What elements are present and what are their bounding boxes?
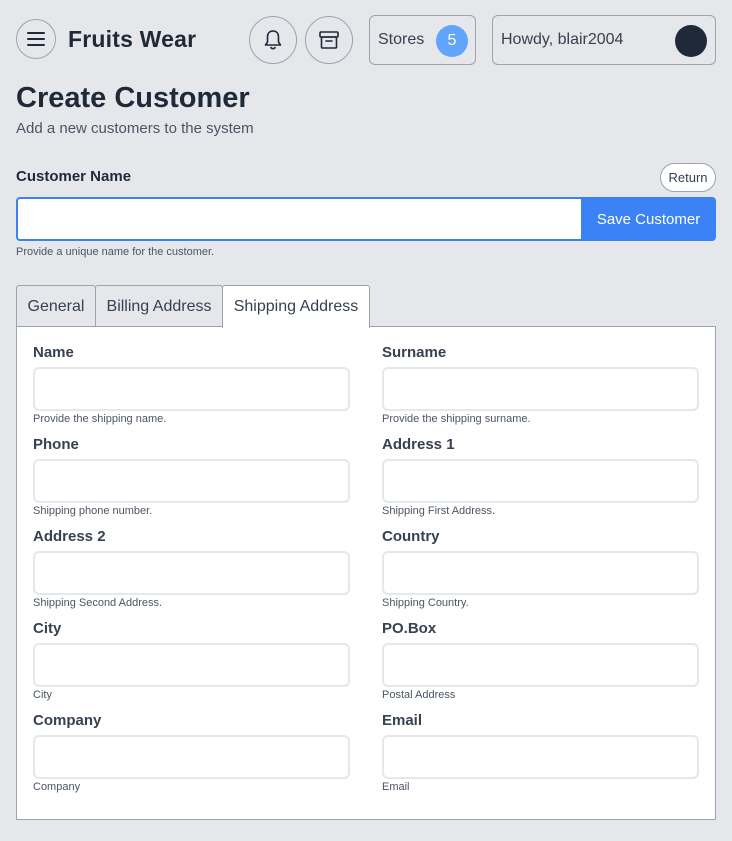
user-menu-button[interactable]: Howdy, blair2004 [492,15,716,65]
shipping-company-input[interactable] [33,735,350,779]
shipping-address-1-input[interactable] [382,459,699,503]
field-help-email: Email [382,781,410,793]
bell-icon [264,30,282,50]
field-help-phone: Shipping phone number. [33,505,153,517]
field-help-surname: Provide the shipping surname. [382,413,531,425]
notifications-button[interactable] [249,16,297,64]
shipping-address-2-input[interactable] [33,551,350,595]
customer-name-label: Customer Name [16,168,132,185]
shipping-name-input[interactable] [33,367,350,411]
field-label-company: Company [33,712,102,729]
field-label-city: City [33,620,62,637]
shipping-po-box-input[interactable] [382,643,699,687]
tab-general[interactable]: General [16,285,96,327]
store-icon [319,31,339,49]
field-help-city: City [33,689,52,701]
field-help-address-2: Shipping Second Address. [33,597,163,609]
shipping-email-input[interactable] [382,735,699,779]
field-help-po-box: Postal Address [382,689,456,701]
field-label-surname: Surname [382,344,447,361]
page-title: Create Customer [16,82,250,114]
field-help-name: Provide the shipping name. [33,413,167,425]
field-label-address-1: Address 1 [382,436,455,453]
brand-name: Fruits Wear [68,26,197,52]
field-help-address-1: Shipping First Address. [382,505,496,517]
field-label-email: Email [382,712,423,729]
page-subtitle: Add a new customers to the system [16,120,254,137]
avatar [675,25,707,57]
field-help-country: Shipping Country. [382,597,469,609]
return-button[interactable]: Return [660,163,716,192]
shipping-address-panel: Name Provide the shipping name. Surname … [16,326,716,820]
field-label-po-box: PO.Box [382,620,437,637]
field-help-company: Company [33,781,81,793]
field-label-phone: Phone [33,436,79,453]
stores-button[interactable]: Stores 5 [369,15,476,65]
shipping-country-input[interactable] [382,551,699,595]
store-button[interactable] [305,16,353,64]
customer-name-help: Provide a unique name for the customer. [16,246,215,258]
shipping-surname-input[interactable] [382,367,699,411]
shipping-phone-input[interactable] [33,459,350,503]
hamburger-menu-icon [27,32,45,46]
field-label-address-2: Address 2 [33,528,106,545]
field-label-country: Country [382,528,440,545]
menu-button[interactable] [16,19,56,59]
save-customer-button[interactable]: Save Customer [581,197,716,241]
stores-label: Stores [378,31,425,48]
tab-billing-address[interactable]: Billing Address [95,285,223,327]
customer-name-input[interactable] [16,197,582,241]
stores-count-badge: 5 [436,25,468,57]
tab-shipping-address[interactable]: Shipping Address [222,285,370,328]
user-greeting: Howdy, blair2004 [501,31,624,48]
shipping-city-input[interactable] [33,643,350,687]
field-label-name: Name [33,344,74,361]
